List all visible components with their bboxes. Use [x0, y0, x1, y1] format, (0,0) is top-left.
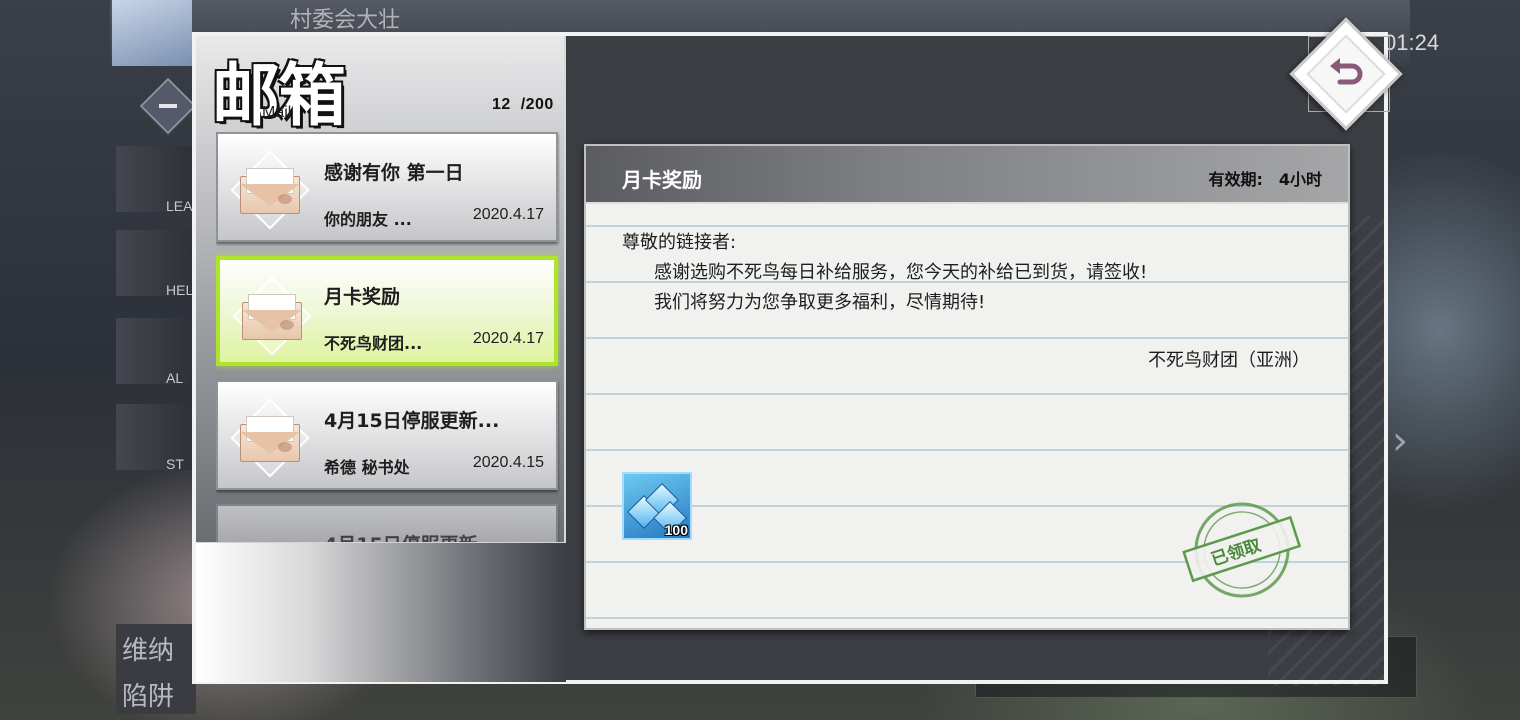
mail-count-capacity: /200	[520, 96, 554, 113]
mailbox-heading: 邮箱	[212, 56, 346, 136]
player-name: 村委会大壮	[290, 8, 401, 33]
side-menu-item[interactable]: HEL	[116, 230, 196, 298]
side-menu-item[interactable]: AL	[116, 318, 196, 386]
return-arrow-icon	[1330, 58, 1363, 85]
event-logo[interactable]: 维纳 陷阱	[116, 624, 196, 714]
collapse-button[interactable]	[139, 77, 197, 135]
mailbox-window: 邮箱 Mail 12 /200 感谢有你 第一日 你的朋友 ... 2020.4…	[192, 32, 1388, 686]
validity-value: 4小时	[1278, 170, 1322, 189]
side-menu-item[interactable]: ST	[116, 404, 196, 472]
mailbox-subheading: Mail	[262, 104, 292, 121]
mail-list-footer	[196, 542, 566, 682]
letter-line: 感谢选购不死鸟每日补给服务，您今天的补给已到货，请签收!	[654, 262, 1148, 283]
letter-body: 尊敬的链接者: 感谢选购不死鸟每日补给服务，您今天的补给已到货，请签收! 我们将…	[586, 204, 1348, 628]
validity-info: 有效期: 4小时	[1208, 166, 1322, 190]
mail-title: 4月15日停服更新	[324, 530, 478, 542]
mail-date: 2020.4.15	[472, 454, 544, 471]
back-button[interactable]	[1289, 17, 1403, 131]
side-menu-item[interactable]: LEA	[116, 146, 196, 214]
letter-card: 月卡奖励 有效期: 4小时 尊敬的链接者: 感谢选购不死鸟每日补给服务，您今天的补…	[584, 144, 1350, 630]
envelope-icon	[230, 398, 310, 478]
minus-icon	[159, 104, 177, 108]
validity-label: 有效期:	[1208, 170, 1263, 189]
letter-line: 我们将努力为您争取更多福利，尽情期待!	[654, 292, 986, 313]
envelope-icon	[230, 150, 310, 230]
chevron-right-icon[interactable]: ›	[1392, 418, 1408, 464]
mail-title: 月卡奖励	[324, 286, 401, 308]
event-logo-line: 维纳	[122, 636, 175, 666]
mail-detail-pane: 月卡奖励 有效期: 4小时 尊敬的链接者: 感谢选购不死鸟每日补给服务，您今天的补…	[568, 36, 1388, 686]
claimed-stamp: 已领取	[1169, 484, 1314, 616]
mail-sender: 希德 秘书处	[324, 458, 410, 477]
mail-sender: 不死鸟财团...	[324, 334, 423, 353]
mail-count: 12 /200	[492, 96, 554, 114]
mail-list[interactable]: 感谢有你 第一日 你的朋友 ... 2020.4.17 月卡奖励 不死鸟财团..…	[216, 132, 560, 542]
letter-signature: 不死鸟财团（亚洲）	[1148, 350, 1310, 371]
player-avatar[interactable]	[112, 0, 192, 66]
mail-list-item[interactable]: 4月15日停服更新... 希德 秘书处 2020.4.15	[216, 380, 558, 490]
letter-title: 月卡奖励	[622, 168, 702, 192]
reward-quantity: 100	[664, 522, 688, 538]
mail-date: 2020.4.17	[472, 206, 544, 223]
mail-list-pane: 邮箱 Mail 12 /200 感谢有你 第一日 你的朋友 ... 2020.4…	[196, 36, 566, 682]
event-logo-line: 陷阱	[122, 682, 175, 712]
mail-count-current: 12	[492, 96, 511, 113]
mail-sender: 你的朋友 ...	[324, 210, 412, 229]
mail-title: 感谢有你 第一日	[324, 162, 464, 184]
mail-list-item[interactable]: 感谢有你 第一日 你的朋友 ... 2020.4.17	[216, 132, 558, 242]
envelope-icon	[232, 276, 312, 356]
letter-header: 月卡奖励 有效期: 4小时	[586, 146, 1348, 204]
mail-list-item-selected[interactable]: 月卡奖励 不死鸟财团... 2020.4.17	[216, 256, 558, 366]
mail-list-item[interactable]: 4月15日停服更新	[216, 504, 558, 542]
reward-item[interactable]: 100	[622, 472, 692, 540]
mail-date: 2020.4.17	[472, 330, 544, 347]
mail-title: 4月15日停服更新...	[324, 410, 500, 432]
letter-greeting: 尊敬的链接者:	[622, 232, 737, 253]
